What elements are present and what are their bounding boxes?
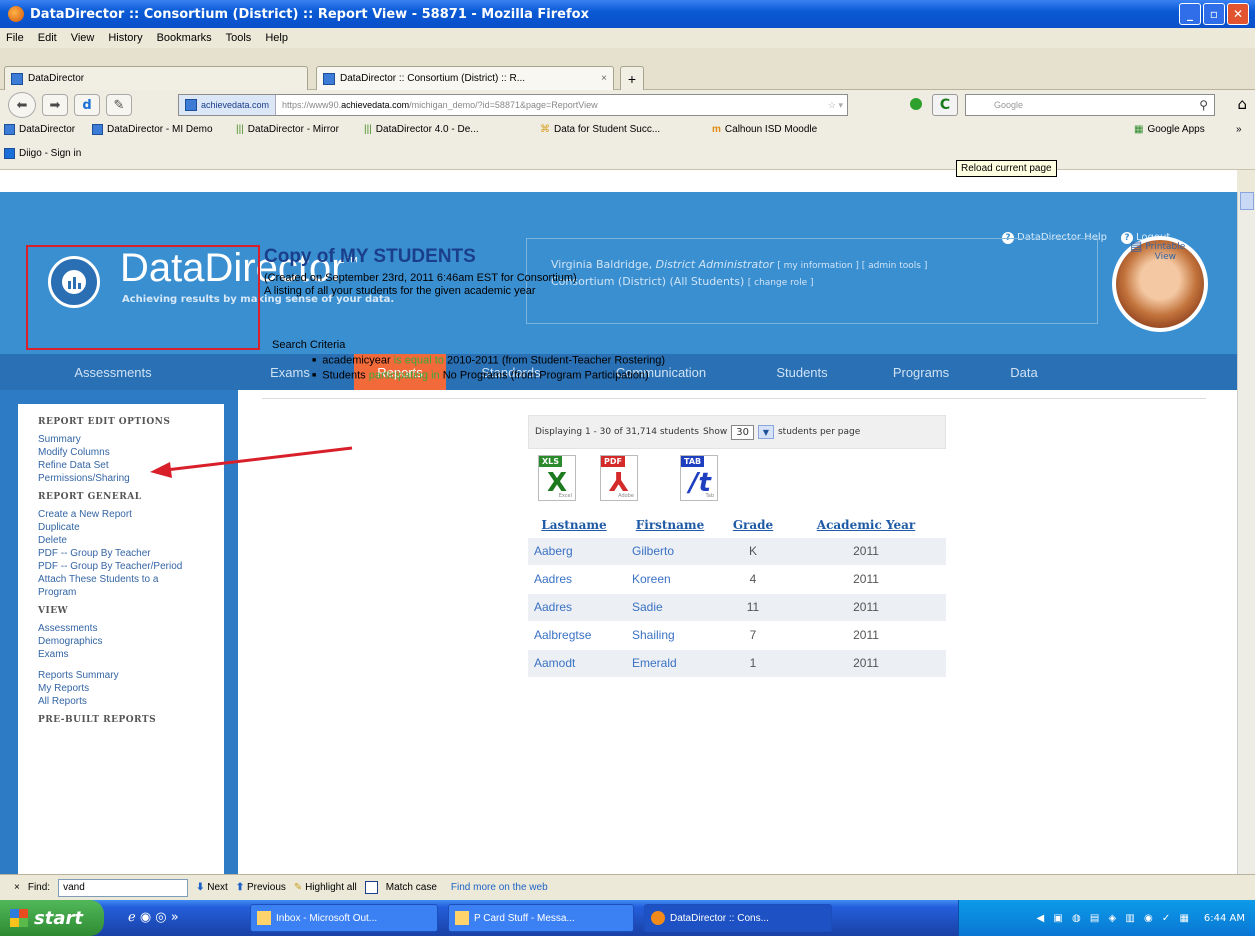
reload-tooltip: Reload current page	[956, 160, 1057, 177]
annotation-arrow	[150, 446, 353, 478]
arrow-head	[150, 462, 172, 478]
arrow-shaft	[165, 446, 353, 472]
